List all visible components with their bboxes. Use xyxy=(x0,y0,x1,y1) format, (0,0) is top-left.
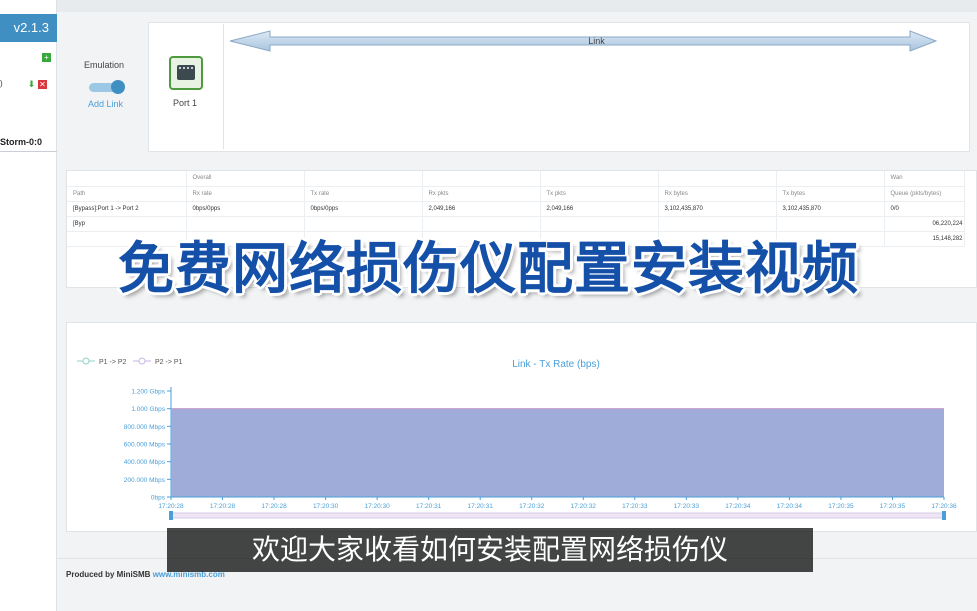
version-label: v2.1.3 xyxy=(0,14,57,42)
plus-icon[interactable]: + xyxy=(42,53,51,62)
x-tick-label: 17:20:28 xyxy=(261,503,287,510)
port-pins xyxy=(179,67,193,70)
table-header-cell xyxy=(540,171,659,187)
cell-tx-bytes: 3,102,435,870 xyxy=(776,201,885,217)
emulation-toggle[interactable] xyxy=(89,80,125,94)
table-header-cell xyxy=(67,171,187,187)
x-tick-label: 17:20:32 xyxy=(571,503,597,510)
y-tick-label: 200.000 Mbps xyxy=(124,477,166,484)
tx-rate-chart: Link - Tx Rate (bps) P1 -> P2 P2 -> P1 1.20… xyxy=(66,322,977,532)
col-rx-bytes: Rx bytes xyxy=(658,186,777,202)
x-tick-label: 17:20:35 xyxy=(880,503,906,510)
chart-svg: Link - Tx Rate (bps) P1 -> P2 P2 -> P1 1.20… xyxy=(77,357,957,520)
y-tick-label: 0bps xyxy=(151,495,166,502)
link-area: Link xyxy=(223,24,968,149)
table-header-overall: Overall xyxy=(186,171,305,187)
overlay-title: 免费网络损伤仪配置安装视频 xyxy=(118,237,859,302)
col-tx-rate: Tx rate xyxy=(304,186,423,202)
legend-marker[interactable] xyxy=(138,357,146,365)
sidebar: v2.1.3 + ) ⬇ ✕ Storm-0:0 xyxy=(0,0,57,611)
video-subtitle: 欢迎大家收看如何安装配置网络损伤仪 xyxy=(167,528,813,572)
x-tick-label: 17:20:31 xyxy=(468,503,494,510)
col-rx-rate: Rx rate xyxy=(186,186,305,202)
delete-icon[interactable]: ✕ xyxy=(38,80,47,89)
x-tick-label: 17:20:30 xyxy=(313,503,339,510)
top-strip xyxy=(57,0,977,12)
table-row[interactable]: [Bypass]:Port 1 -> Port 2 0bps/0pps 0bps… xyxy=(67,201,965,217)
download-icon[interactable]: ⬇ xyxy=(27,80,36,89)
divider xyxy=(0,151,57,152)
table-header-wan: Wan xyxy=(884,171,965,187)
y-tick-label: 400.000 Mbps xyxy=(124,459,166,466)
emulation-label: Emulation xyxy=(84,60,125,70)
y-tick-label: 1.000 Gbps xyxy=(131,406,165,413)
x-tick-label: 17:20:31 xyxy=(416,503,442,510)
sidebar-item-text: ) xyxy=(0,79,3,88)
cell-tx-pkts: 2,049,166 xyxy=(540,201,659,217)
cell-queue: 0/0 xyxy=(884,201,965,217)
table-header-cell xyxy=(658,171,777,187)
chart-title: Link - Tx Rate (bps) xyxy=(512,359,600,370)
col-path: Path xyxy=(67,186,187,202)
series-area-p1-p2 xyxy=(171,408,944,497)
x-tick-label: 17:20:35 xyxy=(828,503,854,510)
port-label: Port 1 xyxy=(173,98,198,108)
x-tick-label: 17:20:32 xyxy=(519,503,545,510)
legend-label[interactable]: P1 -> P2 xyxy=(99,359,127,366)
table-header-cell xyxy=(422,171,541,187)
cell-rx-rate: 0bps/0pps xyxy=(186,201,305,217)
x-tick-label: 17:20:28 xyxy=(210,503,236,510)
footer-produced-by: Produced by MiniSMB xyxy=(66,570,151,579)
y-tick-label: 1.200 Gbps xyxy=(131,389,165,396)
x-tick-label: 17:20:36 xyxy=(931,503,957,510)
emulation-panel: Emulation Add Link xyxy=(66,22,146,152)
cell-rx-bytes: 3,102,435,870 xyxy=(658,201,777,217)
col-tx-pkts: Tx pkts xyxy=(540,186,659,202)
link-label[interactable]: Link xyxy=(224,36,969,46)
legend-marker[interactable] xyxy=(82,357,90,365)
add-link-button[interactable]: Add Link xyxy=(88,99,123,109)
table-column-header: Path Rx rate Tx rate Rx pkts Tx pkts Rx … xyxy=(67,186,965,202)
range-slider[interactable] xyxy=(170,512,945,519)
col-tx-bytes: Tx bytes xyxy=(776,186,885,202)
y-tick-label: 800.000 Mbps xyxy=(124,424,166,431)
x-tick-label: 17:20:30 xyxy=(364,503,390,510)
cell-rx-pkts: 2,049,166 xyxy=(422,201,541,217)
cell-path: [Bypass]:Port 1 -> Port 2 xyxy=(67,201,187,217)
col-queue: Queue (pkts/bytes) xyxy=(884,186,965,202)
col-rx-pkts: Rx pkts xyxy=(422,186,541,202)
ethernet-port-icon[interactable] xyxy=(169,56,203,90)
x-tick-label: 17:20:33 xyxy=(622,503,648,510)
legend-label[interactable]: P2 -> P1 xyxy=(155,359,183,366)
table-group-header: Overall Wan xyxy=(67,171,965,187)
toggle-knob[interactable] xyxy=(111,80,125,94)
x-tick-label: 17:20:28 xyxy=(158,503,184,510)
y-tick-label: 600.000 Mbps xyxy=(124,442,166,449)
x-tick-label: 17:20:33 xyxy=(674,503,700,510)
sidebar-item-storm[interactable]: Storm-0:0 xyxy=(0,137,42,147)
table-header-cell xyxy=(304,171,423,187)
topology-panel: Port 1 Link xyxy=(148,22,970,152)
range-handle[interactable] xyxy=(169,511,173,520)
cell-tx-rate: 0bps/0pps xyxy=(304,201,423,217)
table-header-cell xyxy=(776,171,885,187)
range-handle[interactable] xyxy=(942,511,946,520)
x-tick-label: 17:20:34 xyxy=(777,503,803,510)
x-tick-label: 17:20:34 xyxy=(725,503,751,510)
